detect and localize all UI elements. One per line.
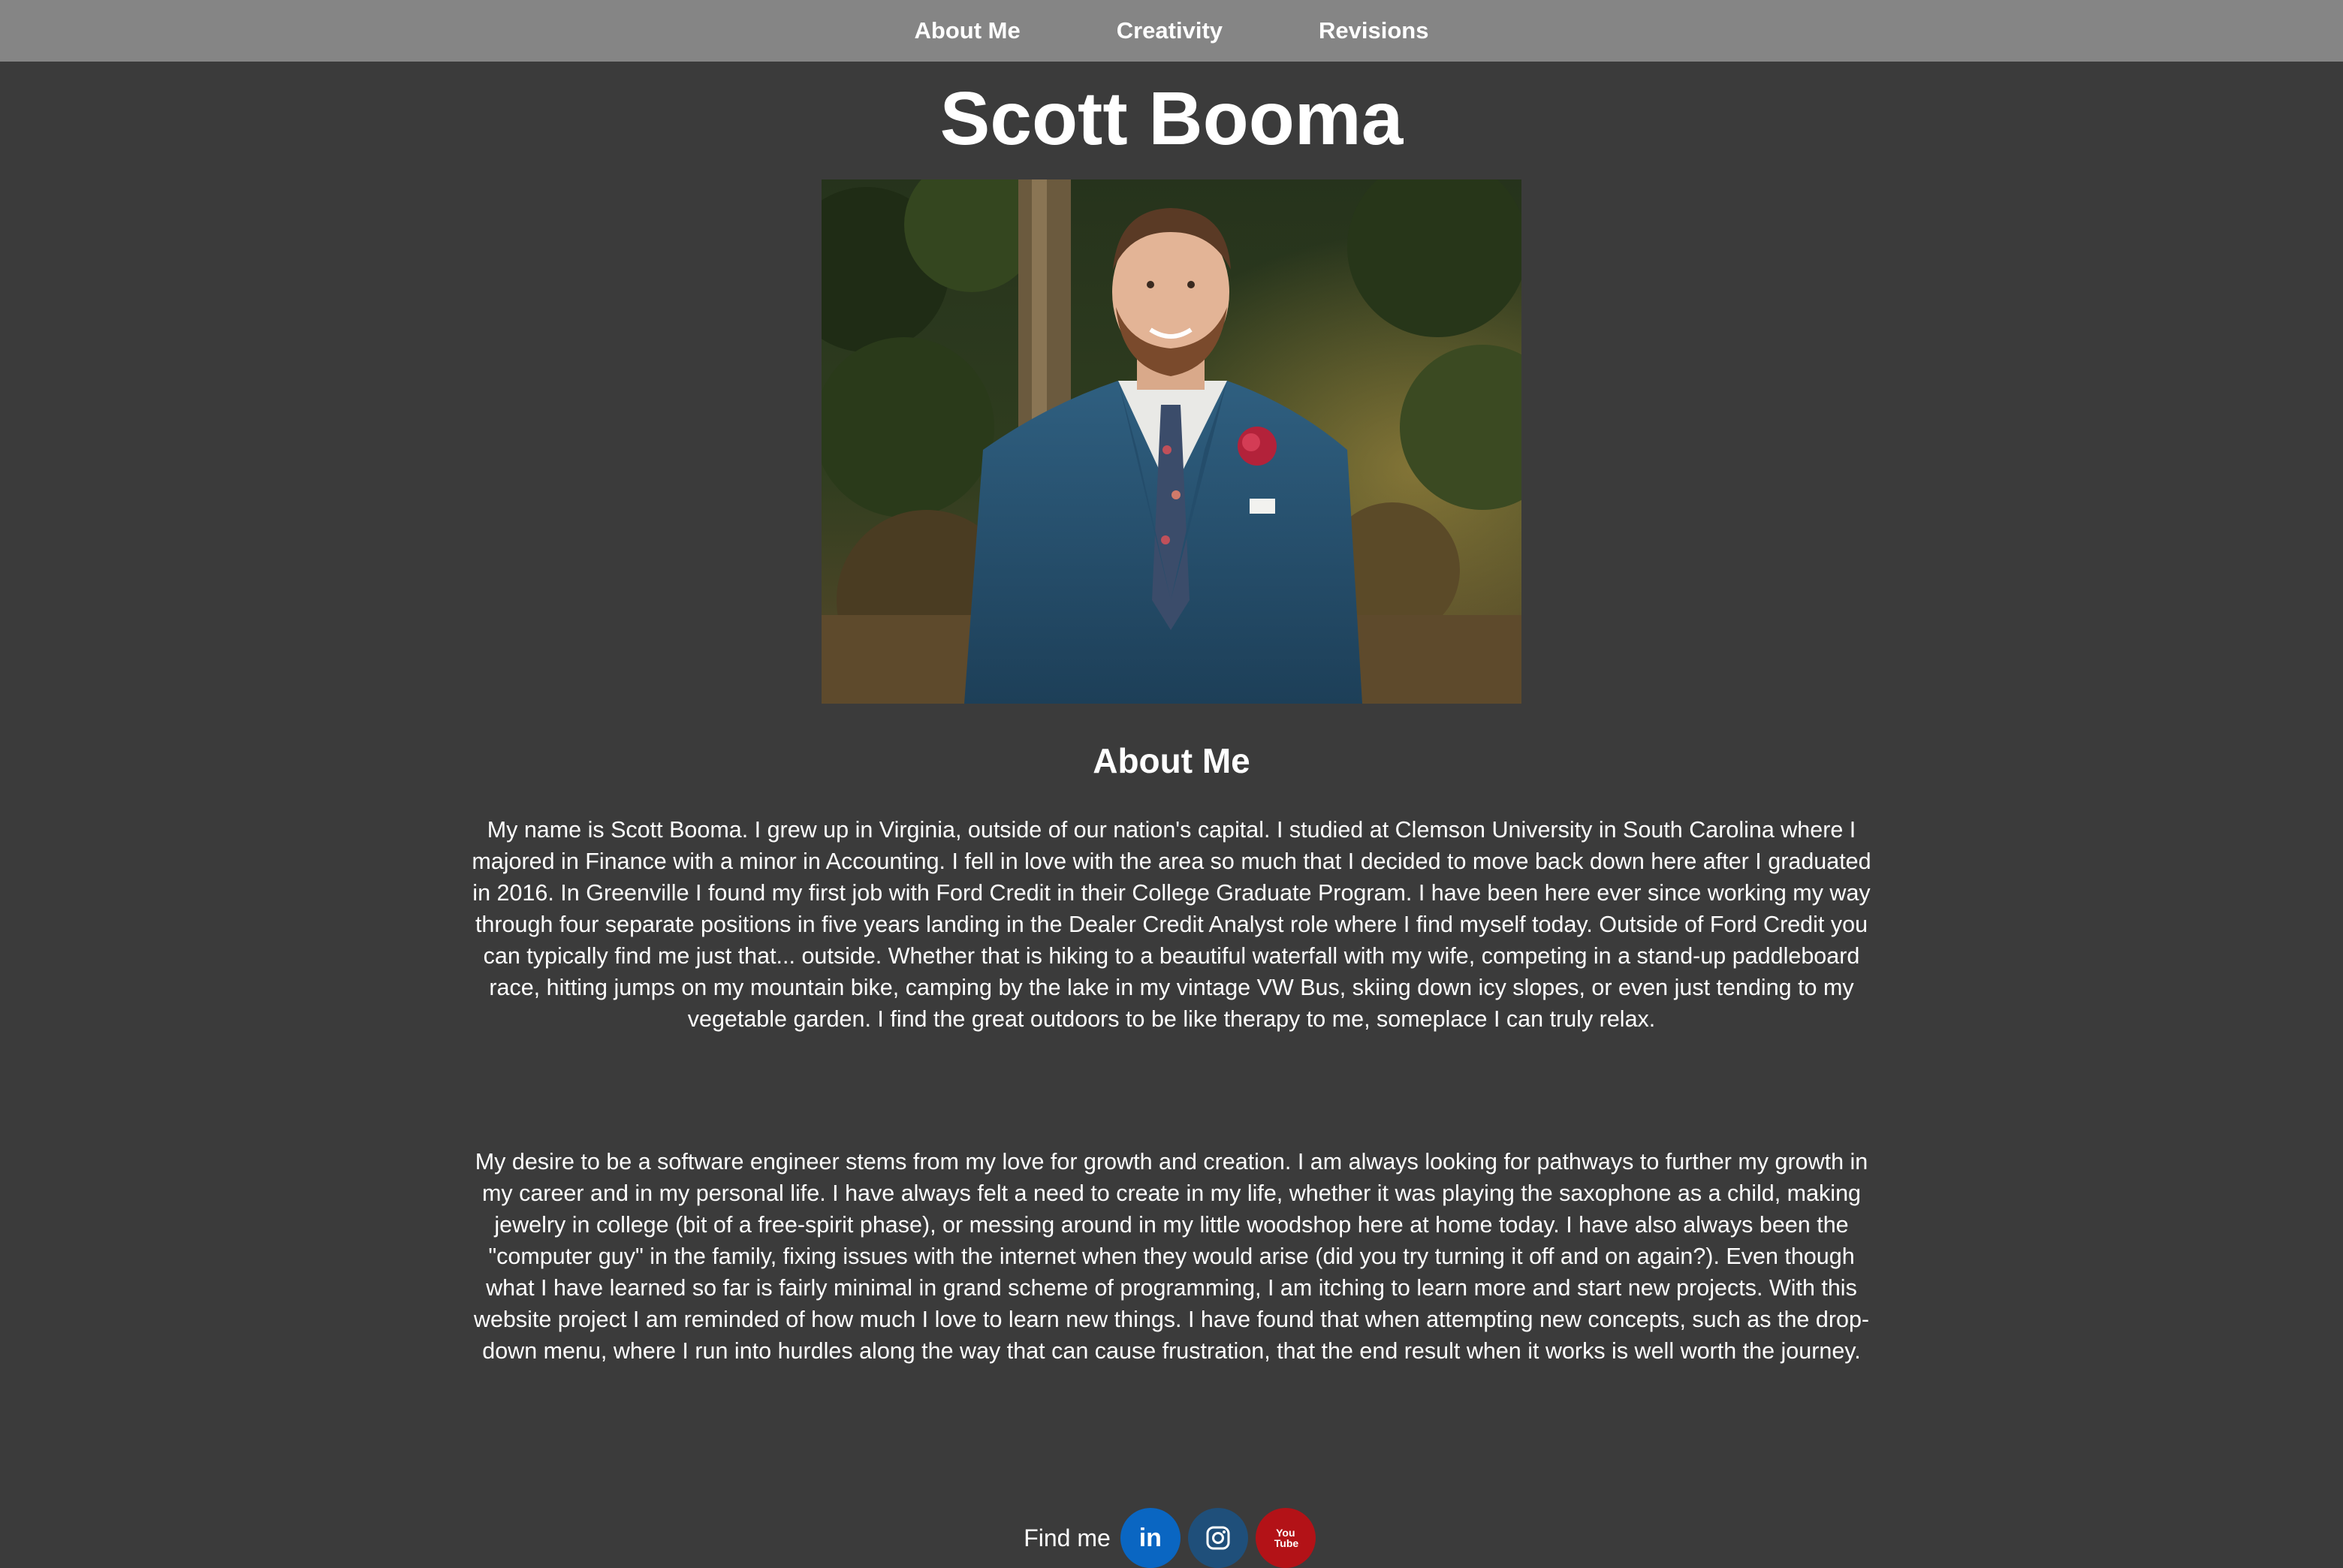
about-paragraph-2: My desire to be a software engineer stem…	[473, 1149, 1870, 1364]
about-paragraph-1: My name is Scott Booma. I grew up in Vir…	[472, 817, 1871, 1032]
find-me-label: Find me	[1024, 1524, 1111, 1551]
about-me-heading: About Me	[1093, 741, 1250, 780]
youtube-icon[interactable]: You Tube	[1255, 1508, 1316, 1568]
top-navbar: About Me Creativity Revisions	[0, 0, 2343, 62]
instagram-icon[interactable]	[1187, 1508, 1248, 1568]
portrait-photo	[822, 179, 1521, 704]
nav-link-creativity[interactable]: Creativity	[1117, 17, 1223, 44]
linkedin-glyph: in	[1138, 1523, 1162, 1552]
social-links-footer: Find me in You Tube	[0, 1508, 2343, 1568]
youtube-glyph: You Tube	[1274, 1527, 1299, 1549]
page-title: Scott Booma	[939, 77, 1404, 161]
nav-link-about-me[interactable]: About Me	[915, 17, 1021, 44]
instagram-glyph	[1206, 1526, 1230, 1550]
nav-link-revisions[interactable]: Revisions	[1319, 17, 1428, 44]
linkedin-icon[interactable]: in	[1120, 1508, 1181, 1568]
